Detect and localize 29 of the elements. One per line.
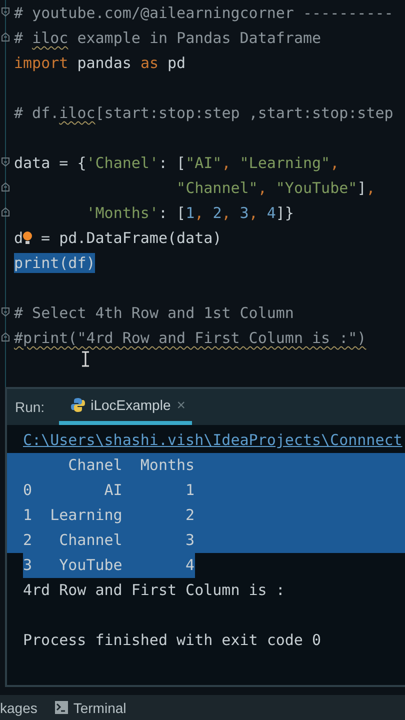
code-line: 'Months': [1, 2, 3, 4]} <box>85 202 294 222</box>
lightbulb-icon[interactable] <box>23 230 32 246</box>
fold-icon[interactable] <box>1 157 10 167</box>
code-line: = pd.DataFrame(data) <box>40 228 222 248</box>
console-line: 4rd Row and First Column is : <box>23 581 285 599</box>
code-line: # youtube.com/@ailearningcorner ---------- <box>14 2 394 22</box>
tool-window-button[interactable]: kages <box>0 699 38 716</box>
code-line: # iloc example in Pandas Dataframe <box>14 28 322 48</box>
code-line: # df.iloc[start:stop:step ,start:stop:step <box>14 102 394 122</box>
code-line: data = {'Chanel': ["AI", "Learning", <box>14 152 340 172</box>
fold-icon[interactable] <box>1 332 10 342</box>
fold-icon[interactable] <box>1 7 10 17</box>
code-line: "Channel", "YouTube"], <box>176 178 376 198</box>
run-tab[interactable]: iLocExample × <box>58 389 192 425</box>
fold-icon[interactable] <box>1 207 10 217</box>
terminal-icon <box>55 701 68 714</box>
run-label: Run: <box>15 399 45 415</box>
text-cursor-icon <box>81 351 90 367</box>
tool-window-button[interactable]: Terminal <box>55 699 126 716</box>
fold-icon[interactable] <box>1 307 10 317</box>
python-icon <box>70 398 85 412</box>
fold-icon[interactable] <box>1 32 10 42</box>
code-line: # Select 4th Row and 1st Column <box>14 302 294 322</box>
file-path-link[interactable]: C:\Users\shashi.vish\IdeaProjects\Connnect <box>23 428 405 453</box>
code-line: #print("4rd Row and First Column is :") <box>14 328 366 348</box>
code-line: d <box>14 228 24 248</box>
code-line: import pandas as pd <box>14 52 186 72</box>
console-line: Process finished with exit code 0 <box>23 631 322 649</box>
fold-icon[interactable] <box>1 182 10 192</box>
